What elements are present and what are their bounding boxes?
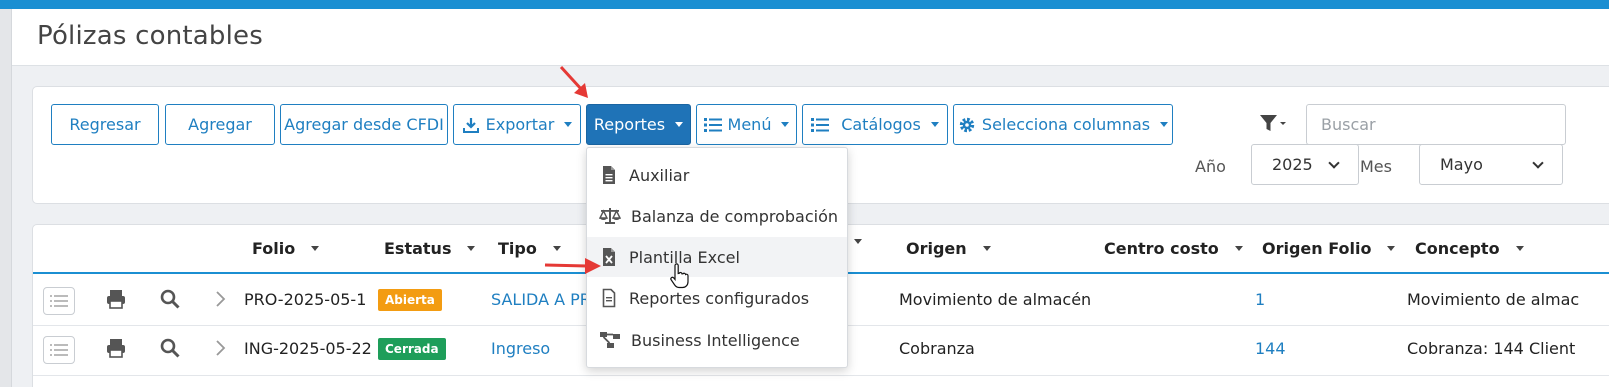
file-outline-icon: [602, 288, 616, 308]
menu-button[interactable]: Menú: [696, 104, 797, 145]
caret-down-icon: [1387, 246, 1396, 251]
column-header-centro-costo[interactable]: Centro costo: [1104, 239, 1243, 258]
column-header-folio[interactable]: Folio: [252, 239, 320, 258]
file-text-icon: [603, 166, 615, 184]
gear-icon: [959, 117, 975, 132]
menu-item-label: Auxiliar: [629, 165, 690, 185]
back-button-label: Regresar: [69, 115, 141, 134]
caret-down-icon: [1515, 246, 1524, 251]
caret-down-icon: [552, 246, 561, 251]
year-label: Año: [1195, 157, 1226, 176]
column-header-label: Concepto: [1415, 239, 1500, 258]
caret-down-icon: [467, 246, 476, 251]
row-actions-button[interactable]: [43, 287, 75, 315]
menu-item-plantilla-excel[interactable]: Plantilla Excel: [587, 237, 847, 277]
page-title: Pólizas contables: [37, 21, 263, 51]
catalogs-button-label: Catálogos: [841, 115, 921, 134]
sidebar-edge: [0, 9, 12, 387]
year-select[interactable]: 2025: [1251, 144, 1359, 185]
column-header-origen[interactable]: Origen: [906, 239, 991, 258]
caret-down-icon: [781, 122, 790, 127]
column-header-label: Origen: [906, 239, 967, 258]
chevron-right-icon[interactable]: [209, 288, 231, 310]
folio-cell: PRO-2025-05-1: [244, 290, 367, 309]
caret-down-icon: [311, 246, 320, 251]
menu-item-business-intelligence[interactable]: Business Intelligence: [587, 320, 847, 360]
select-columns-button[interactable]: Selecciona columnas: [953, 104, 1173, 145]
menu-item-label: Business Intelligence: [631, 330, 800, 350]
add-button-label: Agregar: [188, 115, 252, 134]
column-header-label: Estatus: [384, 239, 452, 258]
column-header-label: Tipo: [498, 239, 537, 258]
menu-item-auxiliar[interactable]: Auxiliar: [587, 155, 847, 195]
list-icon: [50, 344, 68, 356]
scale-icon: [599, 208, 621, 224]
menu-item-label: Reportes configurados: [629, 288, 810, 308]
menu-item-label: Balanza de comprobación: [631, 206, 839, 226]
column-header-estatus[interactable]: Estatus: [384, 239, 476, 258]
back-button[interactable]: Regresar: [51, 104, 159, 145]
caret-down-icon: [675, 122, 684, 127]
row-actions-button[interactable]: [43, 336, 75, 364]
menu-item-reportes-configurados[interactable]: Reportes configurados: [587, 278, 847, 318]
select-columns-label: Selecciona columnas: [981, 115, 1151, 134]
origen-folio-link[interactable]: 144: [1255, 339, 1286, 358]
origen-cell: Movimiento de almacén: [899, 290, 1092, 309]
caret-down-icon: [930, 122, 939, 127]
sitemap-icon: [600, 332, 620, 348]
print-icon[interactable]: [105, 288, 127, 310]
month-select[interactable]: Mayo: [1419, 144, 1563, 185]
add-button[interactable]: Agregar: [165, 104, 275, 145]
print-icon[interactable]: [105, 337, 127, 359]
month-value: Mayo: [1440, 155, 1483, 174]
folio-cell: ING-2025-05-22: [244, 339, 372, 358]
tipo-link[interactable]: Ingreso: [491, 339, 550, 358]
chevron-right-icon[interactable]: [209, 337, 231, 359]
top-accent-bar: [0, 0, 1609, 9]
annotation-arrow-icon: [559, 65, 588, 98]
menu-item-balanza[interactable]: Balanza de comprobación: [587, 196, 847, 236]
list-icon: [703, 117, 722, 132]
export-button-label: Exportar: [485, 115, 555, 134]
concepto-cell: Cobranza: 144 Client: [1407, 339, 1576, 358]
reports-dropdown-menu: Auxiliar Balanza de comprobación Plantil…: [586, 147, 848, 368]
caret-down-icon: [854, 239, 862, 244]
export-button[interactable]: Exportar: [453, 104, 581, 145]
column-header-concepto[interactable]: Concepto: [1415, 239, 1524, 258]
status-badge: Cerrada: [378, 338, 446, 360]
chevron-down-icon: [1328, 156, 1340, 169]
annotation-arrow-icon: [544, 258, 601, 274]
list-icon: [811, 117, 830, 132]
chevron-down-icon: [1532, 156, 1544, 169]
search-input[interactable]: [1306, 104, 1566, 145]
menu-button-label: Menú: [727, 115, 772, 134]
caret-down-icon: [982, 246, 991, 251]
column-header-label: Centro costo: [1104, 239, 1219, 258]
list-icon: [50, 295, 68, 307]
month-label: Mes: [1360, 157, 1392, 176]
add-from-cfdi-button[interactable]: Agregar desde CFDI: [280, 104, 448, 145]
year-value: 2025: [1272, 155, 1313, 174]
hand-cursor-icon: [670, 263, 689, 289]
column-header-label: Folio: [252, 239, 296, 258]
add-from-cfdi-label: Agregar desde CFDI: [284, 115, 444, 134]
origen-cell: Cobranza: [899, 339, 975, 358]
status-badge: Abierta: [378, 289, 442, 311]
column-header-origen-folio[interactable]: Origen Folio: [1262, 239, 1396, 258]
reports-button-label: Reportes: [593, 115, 666, 134]
filter-icon[interactable]: [1259, 113, 1287, 135]
caret-down-icon: [564, 122, 573, 127]
catalogs-button[interactable]: Catálogos: [802, 104, 948, 145]
caret-down-icon: [1160, 122, 1169, 127]
search-icon[interactable]: [159, 337, 181, 359]
column-header-label: Origen Folio: [1262, 239, 1372, 258]
title-bar: Pólizas contables: [12, 9, 1609, 66]
concepto-cell: Movimiento de almac: [1407, 290, 1580, 309]
search-icon[interactable]: [159, 288, 181, 310]
download-icon: [462, 117, 479, 133]
column-header-hidden-sort[interactable]: [848, 239, 862, 244]
caret-down-icon: [1234, 246, 1243, 251]
origen-folio-link[interactable]: 1: [1255, 290, 1265, 309]
reports-button[interactable]: Reportes: [586, 104, 691, 145]
